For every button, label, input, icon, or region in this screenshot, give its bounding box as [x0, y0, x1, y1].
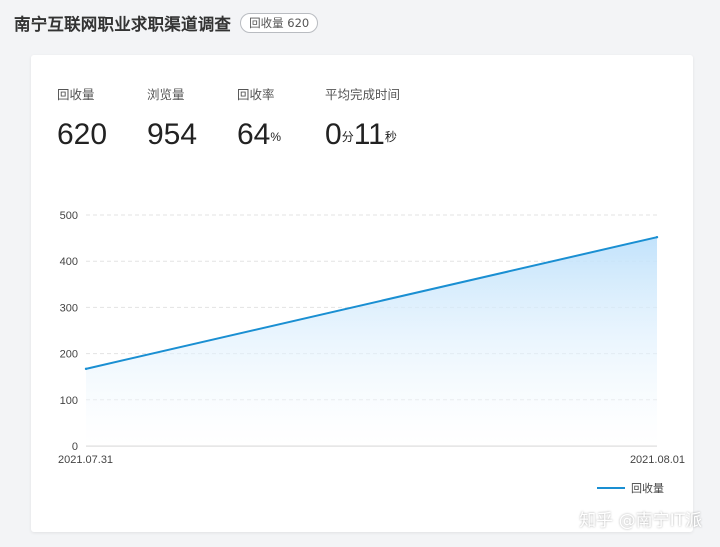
- series-area: [86, 237, 657, 446]
- data-point: [84, 367, 88, 371]
- page-header: 南宁互联网职业求职渠道调查 回收量 620: [14, 11, 319, 35]
- y-tick-label: 300: [60, 302, 78, 314]
- x-tick-label: 2021.07.31: [58, 454, 113, 466]
- y-tick-label: 500: [60, 210, 78, 222]
- stats-card: 回收量 620 浏览量 954 回收率 64% 平均完成时间 0分11秒 0 10…: [31, 55, 693, 532]
- response-trend-chart: 0 100 200 300 400 500 2021.07.31 2021.08.01 回收量: [58, 210, 685, 495]
- y-tick-label: 100: [60, 395, 78, 407]
- page-title: 南宁互联网职业求职渠道调查: [14, 15, 232, 34]
- data-point: [655, 235, 659, 239]
- response-count-badge: 回收量 620: [240, 13, 319, 33]
- legend-label: 回收量: [631, 481, 664, 495]
- x-tick-label: 2021.08.01: [630, 454, 685, 466]
- watermark: 知乎 @南宁IT派: [579, 511, 702, 531]
- y-tick-label: 200: [60, 349, 78, 361]
- y-tick-label: 400: [60, 256, 78, 268]
- y-tick-label: 0: [72, 441, 78, 453]
